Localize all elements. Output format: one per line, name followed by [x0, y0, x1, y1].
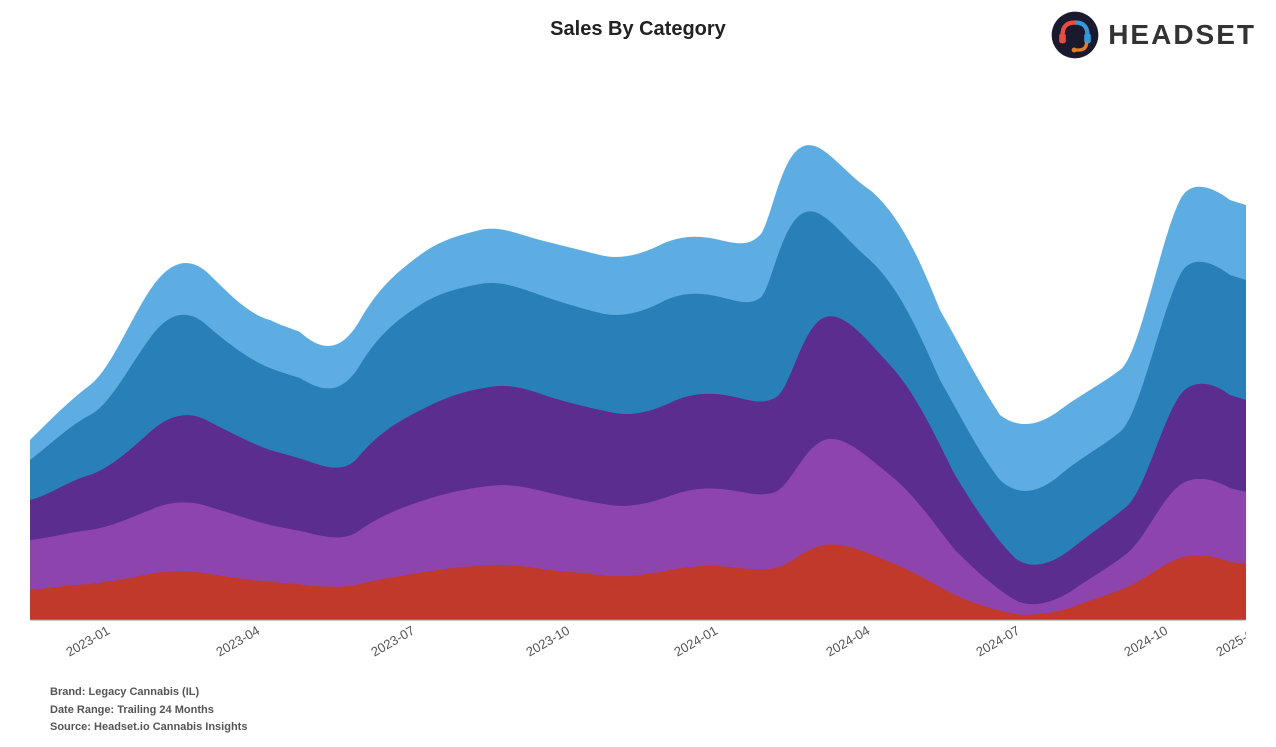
svg-text:2024-01: 2024-01: [671, 623, 720, 660]
svg-text:2024-10: 2024-10: [1121, 623, 1170, 660]
svg-text:2023-04: 2023-04: [213, 623, 262, 660]
footer-brand-label: Brand:: [50, 686, 85, 698]
svg-text:2024-04: 2024-04: [823, 623, 872, 660]
footer-source: Source: Headset.io Cannabis Insights: [50, 719, 247, 737]
headset-logo-icon: [1050, 10, 1100, 60]
footer-daterange-label: Date Range:: [50, 704, 114, 716]
chart-svg: 2023-01 2023-04 2023-07 2023-10 2024-01 …: [30, 60, 1246, 667]
svg-text:2025-01: 2025-01: [1213, 623, 1246, 660]
header-logo: HEADSET: [1050, 10, 1256, 60]
chart-container: HEADSET Sales By Category Concentrates E…: [0, 0, 1276, 747]
svg-text:2024-07: 2024-07: [973, 623, 1022, 660]
logo-text: HEADSET: [1108, 19, 1256, 51]
footer-daterange-value: Trailing 24 Months: [117, 704, 214, 716]
footer-source-label: Source:: [50, 721, 91, 733]
footer-source-value: Headset.io Cannabis Insights: [94, 721, 247, 733]
footer-brand: Brand: Legacy Cannabis (IL): [50, 684, 247, 702]
footer-brand-value: Legacy Cannabis (IL): [89, 686, 200, 698]
svg-text:2023-01: 2023-01: [63, 623, 112, 660]
footer-daterange: Date Range: Trailing 24 Months: [50, 702, 247, 720]
footer-info: Brand: Legacy Cannabis (IL) Date Range: …: [50, 684, 247, 737]
svg-text:2023-10: 2023-10: [523, 623, 572, 660]
chart-area: 2023-01 2023-04 2023-07 2023-10 2024-01 …: [30, 60, 1246, 667]
svg-text:2023-07: 2023-07: [368, 623, 417, 660]
